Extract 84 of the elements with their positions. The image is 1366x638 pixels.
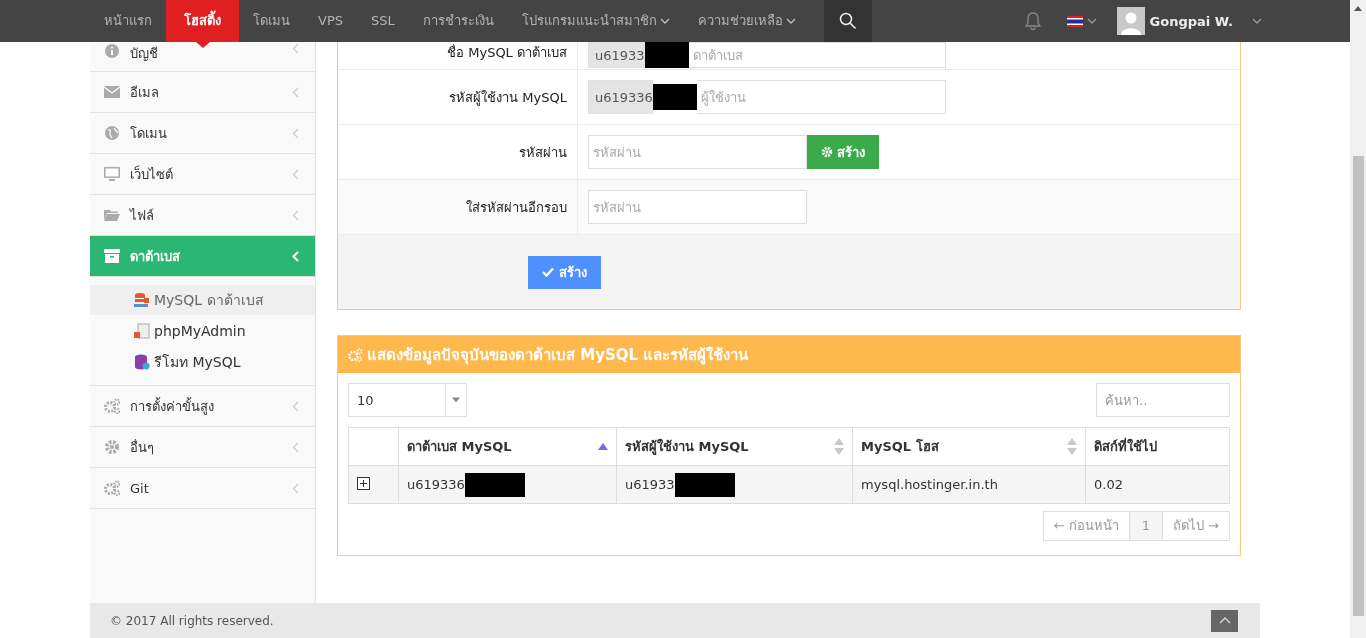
submenu-item[interactable]: รีโมท MySQL: [90, 347, 315, 377]
chevron-left-icon: [292, 43, 299, 54]
password-field[interactable]: รหัสผ่าน: [588, 135, 807, 169]
table-cell: u61933: [625, 477, 675, 492]
page-length-select[interactable]: 10: [348, 383, 467, 417]
chevron-left-icon: [292, 250, 299, 262]
table-cell: mysql.hostinger.in.th: [861, 477, 998, 492]
nav-tab[interactable]: SSL: [357, 0, 409, 42]
folder-icon: [104, 207, 120, 223]
submenu-label: รีโมท MySQL: [154, 353, 241, 372]
submenu-item[interactable]: phpMyAdmin: [90, 316, 315, 346]
column-header[interactable]: MySQL โฮส: [861, 436, 939, 457]
search-button[interactable]: [823, 0, 872, 42]
submenu-label: MySQL ดาต้าเบส: [154, 291, 264, 310]
field-label: รหัสผู้ใช้งาน MySQL: [449, 88, 567, 108]
flag-icon: [1066, 15, 1083, 27]
table-cell: u619336: [407, 477, 465, 492]
chevron-left-icon: [292, 400, 299, 412]
chevron-left-icon: [292, 441, 299, 453]
search-field[interactable]: ค้นหา..: [1096, 383, 1230, 417]
nav-tab[interactable]: โปรแกรมแนะนำสมาชิก: [507, 0, 684, 42]
chevron-left-icon: [292, 209, 299, 221]
gears-icon: [104, 480, 120, 496]
submenu-item[interactable]: MySQL ดาต้าเบส: [90, 285, 315, 315]
check-icon: [542, 266, 554, 278]
field-label: รหัสผ่าน: [519, 143, 567, 162]
sidebar-label: ดาต้าเบส: [130, 247, 180, 266]
caret-icon: [1086, 18, 1097, 24]
input-field[interactable]: ดาต้าเบส: [688, 42, 946, 68]
nav-tab[interactable]: หน้าแรก: [90, 0, 166, 42]
nav-tab[interactable]: VPS: [304, 0, 357, 42]
nav-tab[interactable]: ความช่วยเหลือ: [683, 0, 810, 42]
chevron-left-icon: [292, 482, 299, 494]
field-label: ใส่รหัสผ่านอีกรอบ: [466, 198, 567, 217]
field-label: ชื่อ MySQL ดาต้าเบส: [447, 43, 567, 62]
user-name: Gongpai W.: [1149, 13, 1233, 29]
input-prefix: u619336: [588, 80, 653, 114]
sidebar-label: Git: [130, 480, 149, 496]
chevron-up-icon: [1218, 617, 1231, 624]
database-icon: [134, 354, 150, 370]
sidebar-label: อีเมล: [130, 83, 159, 102]
bell-icon: [1022, 11, 1043, 31]
nav-tab[interactable]: การชำระเงิน: [408, 0, 508, 42]
sidebar-label: โดเมน: [130, 124, 167, 143]
gear-icon: [104, 439, 120, 455]
sidebar-item[interactable]: โดเมน: [90, 113, 315, 154]
sidebar-item[interactable]: Git: [90, 468, 315, 509]
gears-icon: [348, 347, 362, 362]
search-icon: [838, 12, 857, 30]
chevron-left-icon: [292, 86, 299, 98]
sidebar-item[interactable]: อีเมล: [90, 72, 315, 113]
avatar-icon: [1116, 7, 1145, 35]
input-field[interactable]: ผู้ใช้งาน: [696, 80, 946, 114]
sidebar-item[interactable]: อื่นๆ: [90, 427, 315, 468]
input-prefix: u61933: [588, 42, 645, 68]
gears-icon: [104, 398, 120, 414]
chevron-left-icon: [292, 168, 299, 180]
nav-tab[interactable]: โดเมน: [239, 0, 304, 42]
sidebar-item[interactable]: เว็บไซต์: [90, 154, 315, 195]
submenu-label: phpMyAdmin: [154, 323, 246, 339]
panel-title: แสดงข้อมูลปัจจุบันของดาต้าเบส MySQL และรหัสผู้ใช้งาน: [367, 344, 749, 367]
monitor-icon: [104, 166, 120, 182]
caret-icon: [1252, 18, 1262, 24]
table-cell: 0.02: [1094, 477, 1123, 492]
database-icon: [134, 292, 150, 308]
archive-icon: [104, 248, 120, 264]
gear-icon: [821, 146, 833, 158]
sidebar-label: บัญชี: [130, 45, 158, 63]
password-field[interactable]: รหัสผ่าน: [588, 190, 807, 224]
copyright-text: © 2017 All rights reserved.: [110, 613, 275, 628]
sidebar-item[interactable]: บัญชี: [90, 42, 315, 72]
sidebar-label: ไฟล์: [130, 206, 154, 225]
scroll-top-button[interactable]: [1211, 609, 1238, 632]
chevron-left-icon: [292, 127, 299, 139]
sidebar-item[interactable]: การตั้งค่าขั้นสูง: [90, 386, 315, 427]
sidebar-label: เว็บไซต์: [130, 164, 173, 184]
envelope-icon: [104, 84, 120, 100]
globe-icon: [104, 125, 120, 141]
expand-icon[interactable]: [357, 476, 370, 490]
sidebar-label: การตั้งค่าขั้นสูง: [130, 396, 214, 417]
document-icon: [134, 323, 150, 339]
user-menu[interactable]: Gongpai W.: [1116, 7, 1262, 35]
sidebar-label: อื่นๆ: [130, 438, 154, 457]
scrollbar[interactable]: [1350, 0, 1366, 638]
